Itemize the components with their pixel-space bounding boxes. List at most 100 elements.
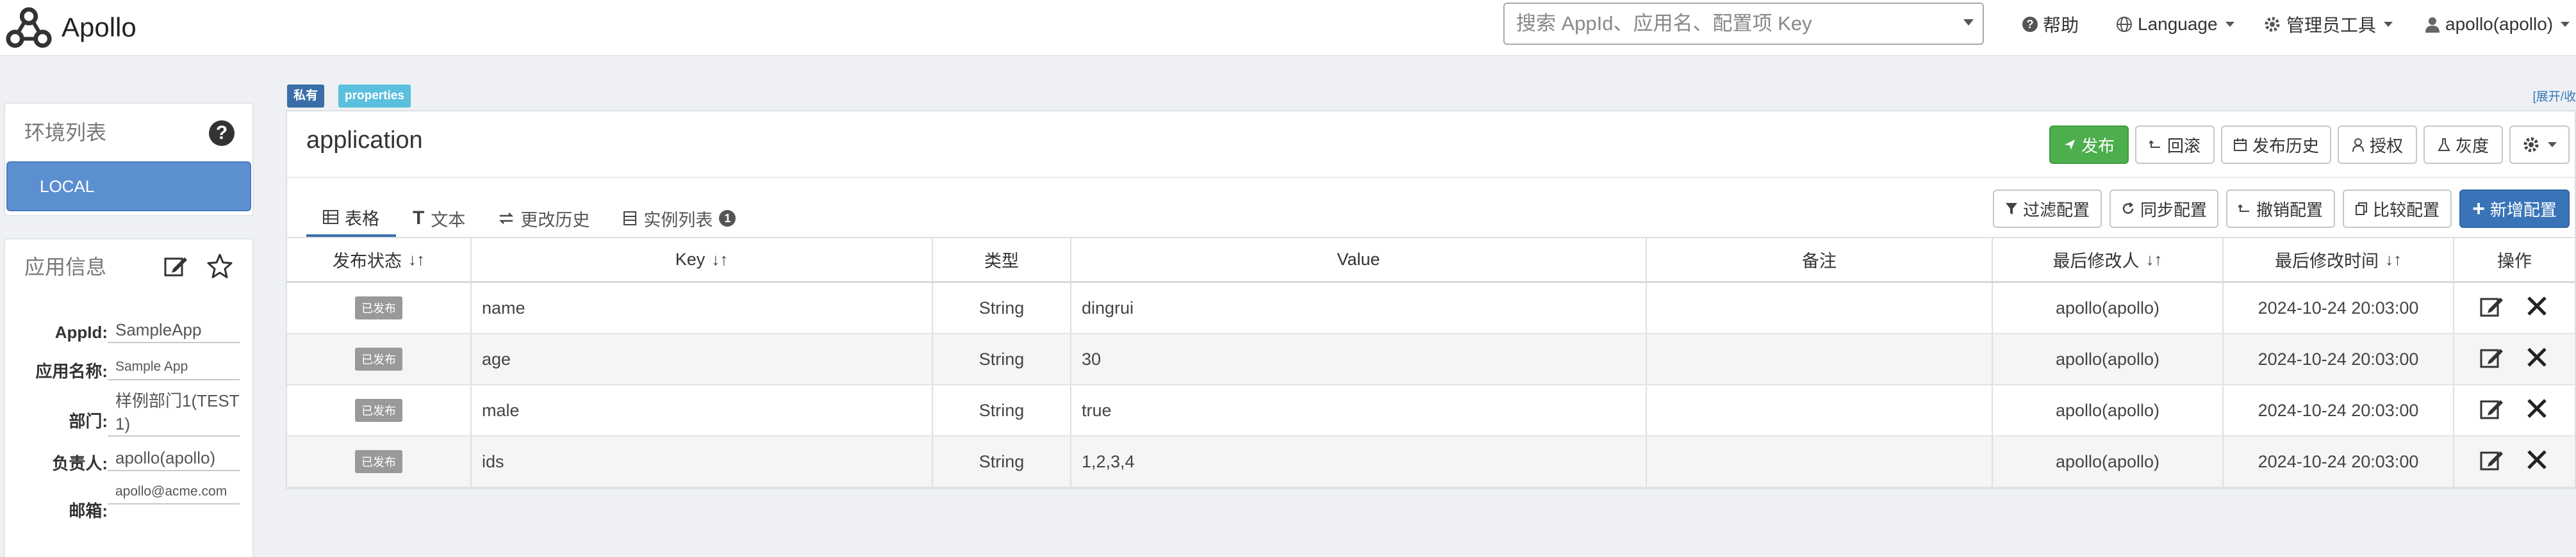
env-list-title: 环境列表: [24, 121, 107, 144]
column-header-modifier[interactable]: 最后修改人 ↓↑: [1993, 238, 2224, 281]
status-cell: 已发布: [287, 437, 472, 487]
operations-cell: [2454, 437, 2575, 487]
globe-icon: [2117, 17, 2132, 32]
status-badge: 已发布: [355, 450, 402, 473]
modifier-cell: apollo(apollo): [1993, 385, 2224, 435]
chevron-down-icon[interactable]: [1963, 19, 1974, 26]
user-name: apollo(apollo): [2445, 14, 2554, 34]
undo-icon: [2149, 140, 2160, 148]
tab-text-label: 文本: [431, 210, 466, 230]
status-cell: 已发布: [287, 385, 472, 435]
edit-icon[interactable]: [2479, 344, 2506, 375]
sort-icon[interactable]: ↓↑: [408, 250, 425, 270]
tab-text[interactable]: T 文本: [396, 200, 482, 237]
edit-icon[interactable]: [163, 252, 190, 279]
comment-cell: [1647, 437, 1993, 487]
user-icon: [2425, 17, 2440, 33]
header-label: 备注: [1802, 252, 1837, 271]
chevron-down-icon: [2225, 22, 2234, 27]
view-tabs: 表格 T 文本 更改历史 实例列表 1: [306, 200, 752, 237]
info-label: 邮箱:: [69, 501, 108, 521]
namespace-panel: application 发布 回滚 发布历史 授权 灰度 表格 T 文本 更改历…: [286, 110, 2576, 489]
gray-release-button[interactable]: 灰度: [2423, 125, 2503, 164]
top-navbar: Apollo ? 帮助 Language 管理员工具 apollo(apollo…: [0, 0, 2576, 56]
filter-config-button[interactable]: 过滤配置: [1993, 190, 2102, 228]
tab-instance-list[interactable]: 实例列表 1: [606, 200, 752, 237]
compare-config-button[interactable]: 比较配置: [2343, 190, 2452, 228]
header-label: Value: [1337, 250, 1380, 269]
modified-time-cell: 2024-10-24 20:03:00: [2224, 334, 2454, 384]
header-label: 最后修改时间: [2275, 252, 2379, 271]
edit-icon[interactable]: [2479, 446, 2506, 478]
header-label: Key: [675, 250, 706, 269]
header-label: 操作: [2497, 252, 2532, 271]
publish-history-button[interactable]: 发布历史: [2221, 125, 2331, 164]
authorize-button[interactable]: 授权: [2338, 125, 2417, 164]
sort-icon[interactable]: ↓↑: [2385, 250, 2402, 270]
copy-icon: [2355, 202, 2367, 215]
text-icon: T: [413, 207, 425, 229]
close-icon[interactable]: [2523, 293, 2550, 324]
status-badge: 已发布: [355, 348, 402, 371]
modified-time-cell: 2024-10-24 20:03:00: [2224, 283, 2454, 333]
app-info-title: 应用信息: [24, 255, 107, 278]
sync-config-label: 同步配置: [2140, 200, 2207, 220]
type-cell: String: [933, 334, 1071, 384]
star-icon[interactable]: [206, 252, 233, 279]
close-icon[interactable]: [2523, 446, 2550, 478]
chevron-down-icon: [2548, 142, 2557, 147]
gear-icon: [2265, 17, 2280, 32]
authorize-label: 授权: [2369, 136, 2403, 156]
admin-tools-dropdown[interactable]: 管理员工具: [2263, 10, 2393, 38]
column-header-type: 类型: [933, 238, 1071, 281]
rollback-button[interactable]: 回滚: [2135, 125, 2215, 164]
modified-time-cell: 2024-10-24 20:03:00: [2224, 385, 2454, 435]
flask-icon: [2438, 138, 2450, 151]
search-select[interactable]: [1503, 3, 1984, 45]
edit-icon[interactable]: [2479, 395, 2506, 426]
close-icon[interactable]: [2523, 344, 2550, 375]
value-cell: true: [1071, 385, 1647, 435]
close-icon[interactable]: [2523, 395, 2550, 426]
status-cell: 已发布: [287, 334, 472, 384]
gray-release-label: 灰度: [2455, 136, 2489, 156]
revoke-config-button[interactable]: 撤销配置: [2226, 190, 2335, 228]
language-dropdown[interactable]: Language: [2116, 10, 2234, 38]
calendar-icon: [2233, 138, 2247, 151]
tab-change-history[interactable]: 更改历史: [482, 200, 606, 237]
tag-format: properties: [338, 85, 411, 108]
settings-dropdown-button[interactable]: [2509, 125, 2570, 164]
column-header-status[interactable]: 发布状态 ↓↑: [287, 238, 472, 281]
expand-collapse-link[interactable]: [展开/收: [2532, 87, 2576, 104]
apollo-logo-icon: [6, 7, 52, 48]
plus-icon: +: [2472, 197, 2485, 221]
operations-cell: [2454, 385, 2575, 435]
table-row: 已发布 age String 30 apollo(apollo) 2024-10…: [287, 334, 2575, 385]
sync-config-button[interactable]: 同步配置: [2110, 190, 2218, 228]
tag-private: 私有: [287, 85, 325, 108]
question-circle-icon[interactable]: ?: [209, 120, 235, 146]
exchange-icon: [499, 213, 514, 224]
info-value-department: 样例部门1(TEST1): [108, 389, 240, 437]
column-header-modified-time[interactable]: 最后修改时间 ↓↑: [2224, 238, 2454, 281]
sort-icon[interactable]: ↓↑: [2146, 250, 2163, 270]
info-label: 应用名称:: [35, 362, 108, 381]
type-cell: String: [933, 283, 1071, 333]
publish-button[interactable]: 发布: [2049, 125, 2129, 164]
refresh-icon: [2122, 202, 2134, 214]
env-item-local[interactable]: LOCAL: [6, 161, 251, 211]
question-circle-icon: ?: [2022, 17, 2038, 32]
add-config-button[interactable]: + 新增配置: [2459, 190, 2570, 228]
user-dropdown[interactable]: apollo(apollo): [2425, 10, 2570, 38]
info-label: 负责人:: [52, 454, 108, 473]
value-cell: dingrui: [1071, 283, 1647, 333]
column-header-key[interactable]: Key ↓↑: [472, 238, 933, 281]
brand-link[interactable]: Apollo: [4, 3, 136, 52]
value-cell: 30: [1071, 334, 1647, 384]
search-input[interactable]: [1505, 4, 1940, 44]
edit-icon[interactable]: [2479, 293, 2506, 324]
sort-icon[interactable]: ↓↑: [711, 250, 728, 270]
comment-cell: [1647, 385, 1993, 435]
help-link[interactable]: ? 帮助: [2022, 10, 2079, 38]
tab-table[interactable]: 表格: [306, 200, 396, 237]
